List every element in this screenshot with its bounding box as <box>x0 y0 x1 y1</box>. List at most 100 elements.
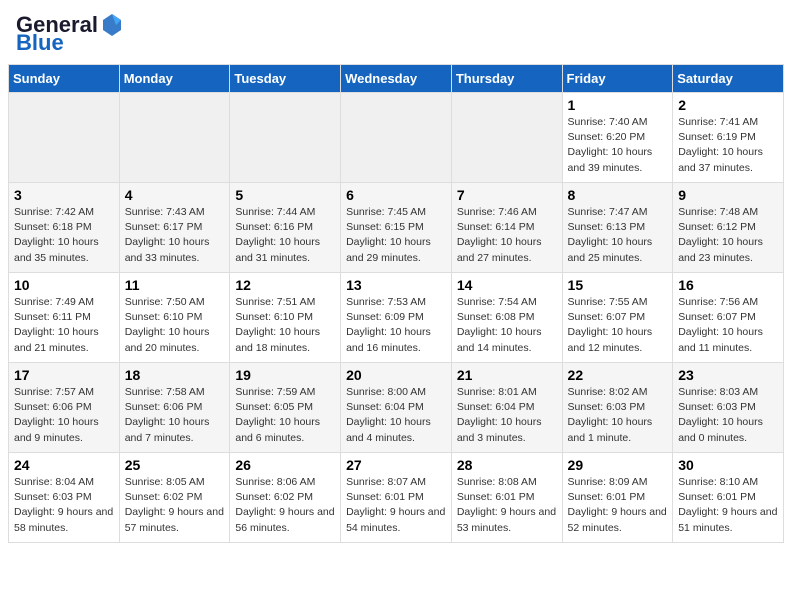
day-number: 1 <box>568 97 668 113</box>
calendar-cell: 23Sunrise: 8:03 AMSunset: 6:03 PMDayligh… <box>673 363 784 453</box>
calendar-cell: 30Sunrise: 8:10 AMSunset: 6:01 PMDayligh… <box>673 453 784 543</box>
day-number: 30 <box>678 457 778 473</box>
header: General Blue <box>0 0 792 64</box>
calendar-cell <box>451 93 562 183</box>
calendar-week-3: 10 Sunrise: 7:49 AMSunset: 6:11 PMDayligh… <box>9 273 784 363</box>
day-info: Sunrise: 7:45 AMSunset: 6:15 PMDaylight:… <box>346 205 446 266</box>
day-info: Sunrise: 7:59 AMSunset: 6:05 PMDaylight:… <box>235 385 335 446</box>
day-number: 29 <box>568 457 668 473</box>
calendar-cell: 25 Sunrise: 8:05 AMSunset: 6:02 PMDayligh… <box>119 453 230 543</box>
calendar-week-2: 3 Sunrise: 7:42 AMSunset: 6:18 PMDaylight… <box>9 183 784 273</box>
day-number: 27 <box>346 457 446 473</box>
day-number: 13 <box>346 277 446 293</box>
calendar-cell <box>341 93 452 183</box>
calendar-cell: 19 Sunrise: 7:59 AMSunset: 6:05 PMDayligh… <box>230 363 341 453</box>
day-info: Sunrise: 7:41 AMSunset: 6:19 PMDaylight:… <box>678 115 778 176</box>
day-info: Sunrise: 8:01 AMSunset: 6:04 PMDaylight:… <box>457 385 557 446</box>
calendar-cell: 5Sunrise: 7:44 AMSunset: 6:16 PMDaylight… <box>230 183 341 273</box>
day-number: 3 <box>14 187 114 203</box>
day-info: Sunrise: 7:46 AMSunset: 6:14 PMDaylight:… <box>457 205 557 266</box>
day-header-friday: Friday <box>562 65 673 93</box>
day-number: 7 <box>457 187 557 203</box>
calendar-cell: 22 Sunrise: 8:02 AMSunset: 6:03 PMDayligh… <box>562 363 673 453</box>
calendar-cell: 1 Sunrise: 7:40 AMSunset: 6:20 PMDaylight… <box>562 93 673 183</box>
day-info: Sunrise: 8:09 AMSunset: 6:01 PMDaylight:… <box>568 475 668 536</box>
day-info: Sunrise: 7:42 AMSunset: 6:18 PMDaylight:… <box>14 205 114 266</box>
day-info: Sunrise: 7:54 AMSunset: 6:08 PMDaylight:… <box>457 295 557 356</box>
logo-icon <box>99 12 125 38</box>
calendar-cell <box>9 93 120 183</box>
day-info: Sunrise: 8:02 AMSunset: 6:03 PMDaylight:… <box>568 385 668 446</box>
calendar-cell: 27 Sunrise: 8:07 AMSunset: 6:01 PMDayligh… <box>341 453 452 543</box>
day-number: 11 <box>125 277 225 293</box>
calendar-cell: 14 Sunrise: 7:54 AMSunset: 6:08 PMDayligh… <box>451 273 562 363</box>
page-container: General Blue SundayMondayTuesdayWednesda… <box>0 0 792 543</box>
calendar-cell: 24Sunrise: 8:04 AMSunset: 6:03 PMDayligh… <box>9 453 120 543</box>
day-info: Sunrise: 7:48 AMSunset: 6:12 PMDaylight:… <box>678 205 778 266</box>
day-info: Sunrise: 8:06 AMSunset: 6:02 PMDaylight:… <box>235 475 335 536</box>
calendar-week-4: 17Sunrise: 7:57 AMSunset: 6:06 PMDayligh… <box>9 363 784 453</box>
calendar-week-1: 1 Sunrise: 7:40 AMSunset: 6:20 PMDaylight… <box>9 93 784 183</box>
day-number: 17 <box>14 367 114 383</box>
calendar-cell: 4 Sunrise: 7:43 AMSunset: 6:17 PMDaylight… <box>119 183 230 273</box>
calendar-cell: 8 Sunrise: 7:47 AMSunset: 6:13 PMDaylight… <box>562 183 673 273</box>
day-number: 8 <box>568 187 668 203</box>
day-number: 21 <box>457 367 557 383</box>
day-number: 6 <box>346 187 446 203</box>
calendar-cell: 28 Sunrise: 8:08 AMSunset: 6:01 PMDayligh… <box>451 453 562 543</box>
calendar-cell: 2 Sunrise: 7:41 AMSunset: 6:19 PMDaylight… <box>673 93 784 183</box>
day-number: 10 <box>14 277 114 293</box>
day-number: 4 <box>125 187 225 203</box>
calendar-cell: 26 Sunrise: 8:06 AMSunset: 6:02 PMDayligh… <box>230 453 341 543</box>
day-number: 26 <box>235 457 335 473</box>
day-info: Sunrise: 7:49 AMSunset: 6:11 PMDaylight:… <box>14 295 114 356</box>
calendar-cell: 16 Sunrise: 7:56 AMSunset: 6:07 PMDayligh… <box>673 273 784 363</box>
day-info: Sunrise: 8:07 AMSunset: 6:01 PMDaylight:… <box>346 475 446 536</box>
day-header-tuesday: Tuesday <box>230 65 341 93</box>
day-info: Sunrise: 7:43 AMSunset: 6:17 PMDaylight:… <box>125 205 225 266</box>
day-header-thursday: Thursday <box>451 65 562 93</box>
calendar-cell <box>230 93 341 183</box>
calendar-cell: 3 Sunrise: 7:42 AMSunset: 6:18 PMDaylight… <box>9 183 120 273</box>
day-number: 2 <box>678 97 778 113</box>
day-info: Sunrise: 7:47 AMSunset: 6:13 PMDaylight:… <box>568 205 668 266</box>
day-info: Sunrise: 8:00 AMSunset: 6:04 PMDaylight:… <box>346 385 446 446</box>
day-info: Sunrise: 7:51 AMSunset: 6:10 PMDaylight:… <box>235 295 335 356</box>
calendar-cell: 17Sunrise: 7:57 AMSunset: 6:06 PMDayligh… <box>9 363 120 453</box>
calendar-table: SundayMondayTuesdayWednesdayThursdayFrid… <box>8 64 784 543</box>
day-header-monday: Monday <box>119 65 230 93</box>
calendar-cell <box>119 93 230 183</box>
day-number: 18 <box>125 367 225 383</box>
day-number: 20 <box>346 367 446 383</box>
calendar-cell: 15 Sunrise: 7:55 AMSunset: 6:07 PMDayligh… <box>562 273 673 363</box>
day-info: Sunrise: 8:05 AMSunset: 6:02 PMDaylight:… <box>125 475 225 536</box>
day-info: Sunrise: 8:08 AMSunset: 6:01 PMDaylight:… <box>457 475 557 536</box>
calendar-cell: 10 Sunrise: 7:49 AMSunset: 6:11 PMDayligh… <box>9 273 120 363</box>
day-info: Sunrise: 7:40 AMSunset: 6:20 PMDaylight:… <box>568 115 668 176</box>
calendar-cell: 11 Sunrise: 7:50 AMSunset: 6:10 PMDayligh… <box>119 273 230 363</box>
calendar-cell: 29 Sunrise: 8:09 AMSunset: 6:01 PMDayligh… <box>562 453 673 543</box>
day-info: Sunrise: 7:58 AMSunset: 6:06 PMDaylight:… <box>125 385 225 446</box>
calendar-header-row: SundayMondayTuesdayWednesdayThursdayFrid… <box>9 65 784 93</box>
day-info: Sunrise: 7:56 AMSunset: 6:07 PMDaylight:… <box>678 295 778 356</box>
day-number: 28 <box>457 457 557 473</box>
day-number: 22 <box>568 367 668 383</box>
day-number: 12 <box>235 277 335 293</box>
calendar-week-5: 24Sunrise: 8:04 AMSunset: 6:03 PMDayligh… <box>9 453 784 543</box>
day-info: Sunrise: 7:44 AMSunset: 6:16 PMDaylight:… <box>235 205 335 266</box>
day-info: Sunrise: 7:53 AMSunset: 6:09 PMDaylight:… <box>346 295 446 356</box>
day-number: 25 <box>125 457 225 473</box>
day-number: 24 <box>14 457 114 473</box>
day-info: Sunrise: 7:50 AMSunset: 6:10 PMDaylight:… <box>125 295 225 356</box>
day-info: Sunrise: 7:55 AMSunset: 6:07 PMDaylight:… <box>568 295 668 356</box>
day-number: 16 <box>678 277 778 293</box>
day-number: 9 <box>678 187 778 203</box>
calendar-cell: 13 Sunrise: 7:53 AMSunset: 6:09 PMDayligh… <box>341 273 452 363</box>
calendar-cell: 7 Sunrise: 7:46 AMSunset: 6:14 PMDaylight… <box>451 183 562 273</box>
day-number: 14 <box>457 277 557 293</box>
day-number: 19 <box>235 367 335 383</box>
calendar-cell: 20 Sunrise: 8:00 AMSunset: 6:04 PMDayligh… <box>341 363 452 453</box>
calendar-cell: 18 Sunrise: 7:58 AMSunset: 6:06 PMDayligh… <box>119 363 230 453</box>
day-number: 15 <box>568 277 668 293</box>
calendar-cell: 12 Sunrise: 7:51 AMSunset: 6:10 PMDayligh… <box>230 273 341 363</box>
